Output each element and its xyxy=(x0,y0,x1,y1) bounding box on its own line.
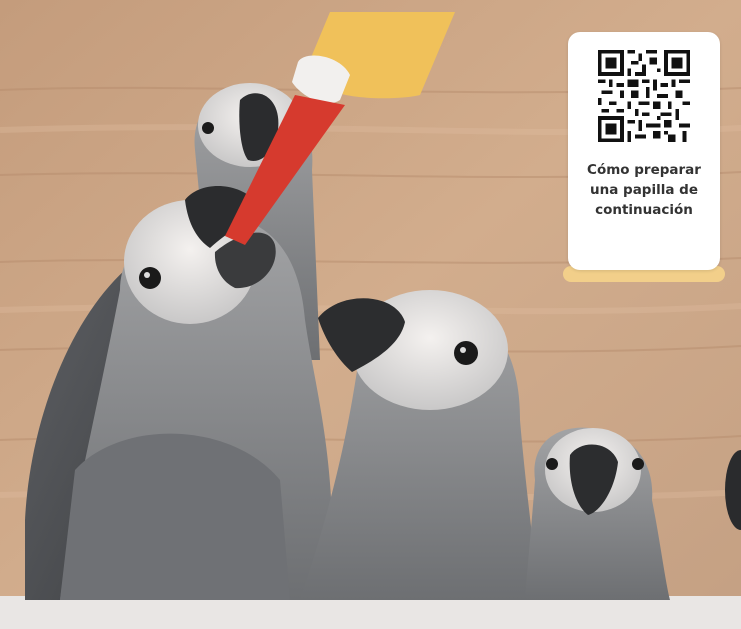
qr-card[interactable]: Cómo preparar una papilla de continuació… xyxy=(568,32,720,270)
qr-code-icon[interactable] xyxy=(598,50,690,142)
qr-caption-line-2: una papilla de xyxy=(590,182,698,198)
qr-caption-line-1: Cómo preparar xyxy=(587,162,701,178)
qr-caption: Cómo preparar una papilla de continuació… xyxy=(576,160,712,220)
qr-caption-line-3: continuación xyxy=(595,202,693,218)
